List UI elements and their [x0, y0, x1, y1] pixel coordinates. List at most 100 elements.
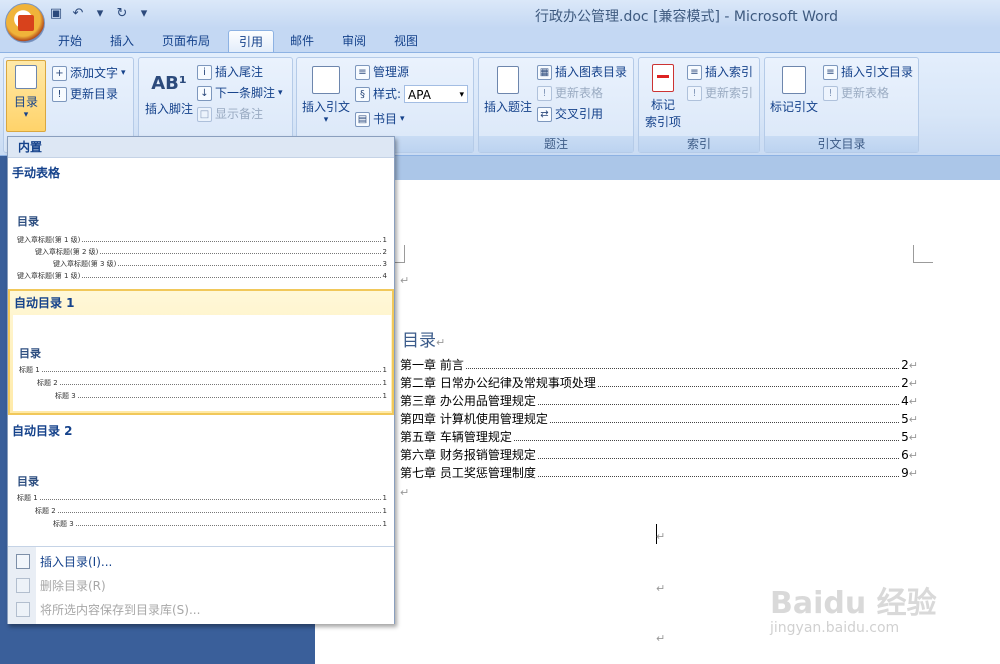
insert-table-of-figures-label: 插入图表目录: [555, 65, 628, 79]
paragraph-mark: ↵: [908, 467, 918, 480]
toc-entry-chapter: 第六章: [400, 448, 437, 462]
paragraph-mark: ↵: [908, 377, 918, 390]
add-text-icon: +: [52, 65, 67, 81]
gallery-item-title: 手动表格: [12, 166, 61, 180]
cross-reference-icon: ⇄: [537, 106, 552, 122]
remove-toc-menu-item[interactable]: 删除目录(R): [8, 573, 394, 597]
toc-entry-page: 6: [901, 448, 909, 462]
toc-entry[interactable]: 第二章 日常办公纪律及常规事项处理 2 ↵: [400, 374, 918, 392]
window-title: 行政办公管理.doc [兼容模式] - Microsoft Word: [535, 9, 839, 25]
insert-table-of-figures-button[interactable]: ▦ 插入图表目录: [537, 63, 627, 81]
tab-mailings[interactable]: 邮件: [280, 30, 324, 52]
insert-caption-button[interactable]: 插入题注: [482, 66, 534, 115]
update-toc-button[interactable]: ! 更新目录: [52, 85, 118, 103]
insert-caption-label: 插入题注: [483, 100, 532, 114]
mark-entry-button[interactable]: 标记 索引项: [642, 64, 684, 130]
bibliography-button[interactable]: ▤ 书目 ▾: [355, 110, 405, 128]
toc-entry-title: 前言: [439, 358, 464, 372]
gallery-item-auto-toc-2[interactable]: 自动目录 2 目录 标题 1 1 标题 2 1 标题 3 1: [8, 417, 394, 545]
quick-access-toolbar: ▣ ↶ ▾ ↻ ▾: [48, 6, 152, 22]
style-row: § 样式: APA ▾: [355, 85, 469, 103]
preview-line: 键入章标题(第 1 级) 4: [17, 271, 387, 281]
toc-leader-dots: [597, 386, 900, 387]
tab-view[interactable]: 视图: [384, 30, 428, 52]
save-selection-label: 将所选内容保存到目录库(S)...: [40, 602, 201, 617]
insert-toa-icon: ≡: [823, 64, 838, 80]
toc-entry-chapter: 第二章: [400, 376, 437, 390]
toc-entry[interactable]: 第六章 财务报销管理规定 6 ↵: [400, 446, 918, 464]
tab-page-layout[interactable]: 页面布局: [152, 30, 220, 52]
toc-entry[interactable]: 第三章 办公用品管理规定 4 ↵: [400, 392, 918, 410]
baidu-watermark: Baidu 经验: [770, 586, 937, 621]
preview-dots: [59, 384, 381, 385]
preview-line: 标题 3 1: [55, 391, 387, 401]
preview-line-text: 标题 3: [53, 520, 74, 528]
preview-line-text: 标题 1: [19, 366, 40, 374]
tab-review[interactable]: 审阅: [332, 30, 376, 52]
cross-reference-button[interactable]: ⇄ 交叉引用: [537, 105, 603, 123]
toc-entry[interactable]: 第七章 员工奖惩管理制度 9 ↵: [400, 464, 918, 482]
toc-entry[interactable]: 第一章 前言 2 ↵: [400, 356, 918, 374]
redo-icon[interactable]: ↻: [114, 6, 130, 22]
toc-entry-page: 5: [901, 412, 909, 426]
chevron-down-icon: ▾: [121, 68, 126, 78]
save-to-gallery-icon: [16, 601, 30, 617]
preview-line-text: 键入章标题(第 1 级): [17, 272, 81, 280]
toc-entry-chapter: 第四章: [400, 412, 437, 426]
customize-qat-icon[interactable]: ▾: [136, 6, 152, 22]
mark-citation-button[interactable]: 标记引文: [768, 66, 820, 115]
insert-toa-button[interactable]: ≡ 插入引文目录: [823, 63, 913, 81]
chevron-down-icon: ▾: [459, 90, 465, 100]
add-text-button[interactable]: + 添加文字 ▾: [52, 64, 126, 82]
update-figures-table-button[interactable]: ! 更新表格: [537, 84, 603, 102]
mark-citation-label: 标记引文: [769, 100, 818, 114]
toc-entry-chapter: 第三章: [400, 394, 437, 408]
insert-toc-menu-item[interactable]: 插入目录(I)...: [8, 549, 394, 573]
paragraph-mark: ↵: [908, 431, 918, 444]
gallery-item-auto-toc-1[interactable]: 自动目录 1 目录 标题 1 1 标题 2 1 标题 3 1: [8, 289, 394, 415]
tab-insert[interactable]: 插入: [100, 30, 144, 52]
office-button[interactable]: [5, 3, 45, 43]
preview-dots: [118, 265, 381, 266]
toc-leader-dots: [549, 422, 900, 423]
toc-title: 目录↵: [402, 326, 445, 351]
toc-entry[interactable]: 第五章 车辆管理规定 5 ↵: [400, 428, 918, 446]
toc-button[interactable]: 目录 ▾: [6, 60, 46, 132]
insert-index-button[interactable]: ≡ 插入索引: [687, 63, 753, 81]
show-notes-button[interactable]: □ 显示备注: [197, 105, 263, 123]
next-footnote-button[interactable]: ↓ 下一条脚注 ▾: [197, 84, 283, 102]
save-selection-to-gallery-menu-item[interactable]: 将所选内容保存到目录库(S)...: [8, 597, 394, 621]
citation-icon: [312, 66, 340, 94]
gallery-preview: 目录 标题 1 1 标题 2 1 标题 3 1: [11, 443, 389, 541]
paragraph-mark: ↵: [400, 486, 410, 499]
preview-line-page: 1: [382, 379, 387, 387]
caption-icon: [497, 66, 519, 94]
toc-entry[interactable]: 第四章 计算机使用管理规定 5 ↵: [400, 410, 918, 428]
insert-footnote-button[interactable]: AB¹ 插入脚注: [143, 68, 195, 117]
bibliography-label: 书目: [373, 112, 398, 126]
mark-entry-label-line1: 标记: [650, 98, 675, 112]
manage-sources-button[interactable]: ≡ 管理源: [355, 63, 409, 81]
insert-endnote-button[interactable]: i 插入尾注: [197, 63, 263, 81]
authorities-group: 标记引文 ≡ 插入引文目录 ! 更新表格 引文目录: [764, 57, 919, 153]
style-select[interactable]: APA ▾: [404, 85, 469, 103]
paragraph-mark: ↵: [400, 274, 410, 287]
update-index-button[interactable]: ! 更新索引: [687, 84, 753, 102]
captions-group: 插入题注 ▦ 插入图表目录 ! 更新表格 ⇄ 交叉引用 题注: [478, 57, 634, 153]
toc-entry-title: 车辆管理规定: [439, 430, 512, 444]
update-toc-icon: !: [52, 86, 67, 102]
undo-dropdown-icon[interactable]: ▾: [92, 6, 108, 22]
save-icon[interactable]: ▣: [48, 6, 64, 22]
style-label: 样式:: [373, 87, 402, 101]
update-toa-button[interactable]: ! 更新表格: [823, 84, 889, 102]
chevron-down-icon: ▾: [278, 88, 283, 98]
add-text-label: 添加文字: [70, 66, 119, 80]
undo-icon[interactable]: ↶: [70, 6, 86, 22]
preview-dots: [100, 253, 381, 254]
tab-home[interactable]: 开始: [48, 30, 92, 52]
insert-toc-icon: [16, 553, 30, 569]
paragraph-mark: ↵: [656, 530, 666, 543]
insert-citation-button[interactable]: 插入引文 ▾: [300, 66, 352, 125]
tab-references[interactable]: 引用: [228, 30, 275, 52]
gallery-item-manual-table[interactable]: 手动表格 目录 键入章标题(第 1 级) 1 键入章标题(第 2 级) 2 键入章标…: [8, 159, 394, 289]
